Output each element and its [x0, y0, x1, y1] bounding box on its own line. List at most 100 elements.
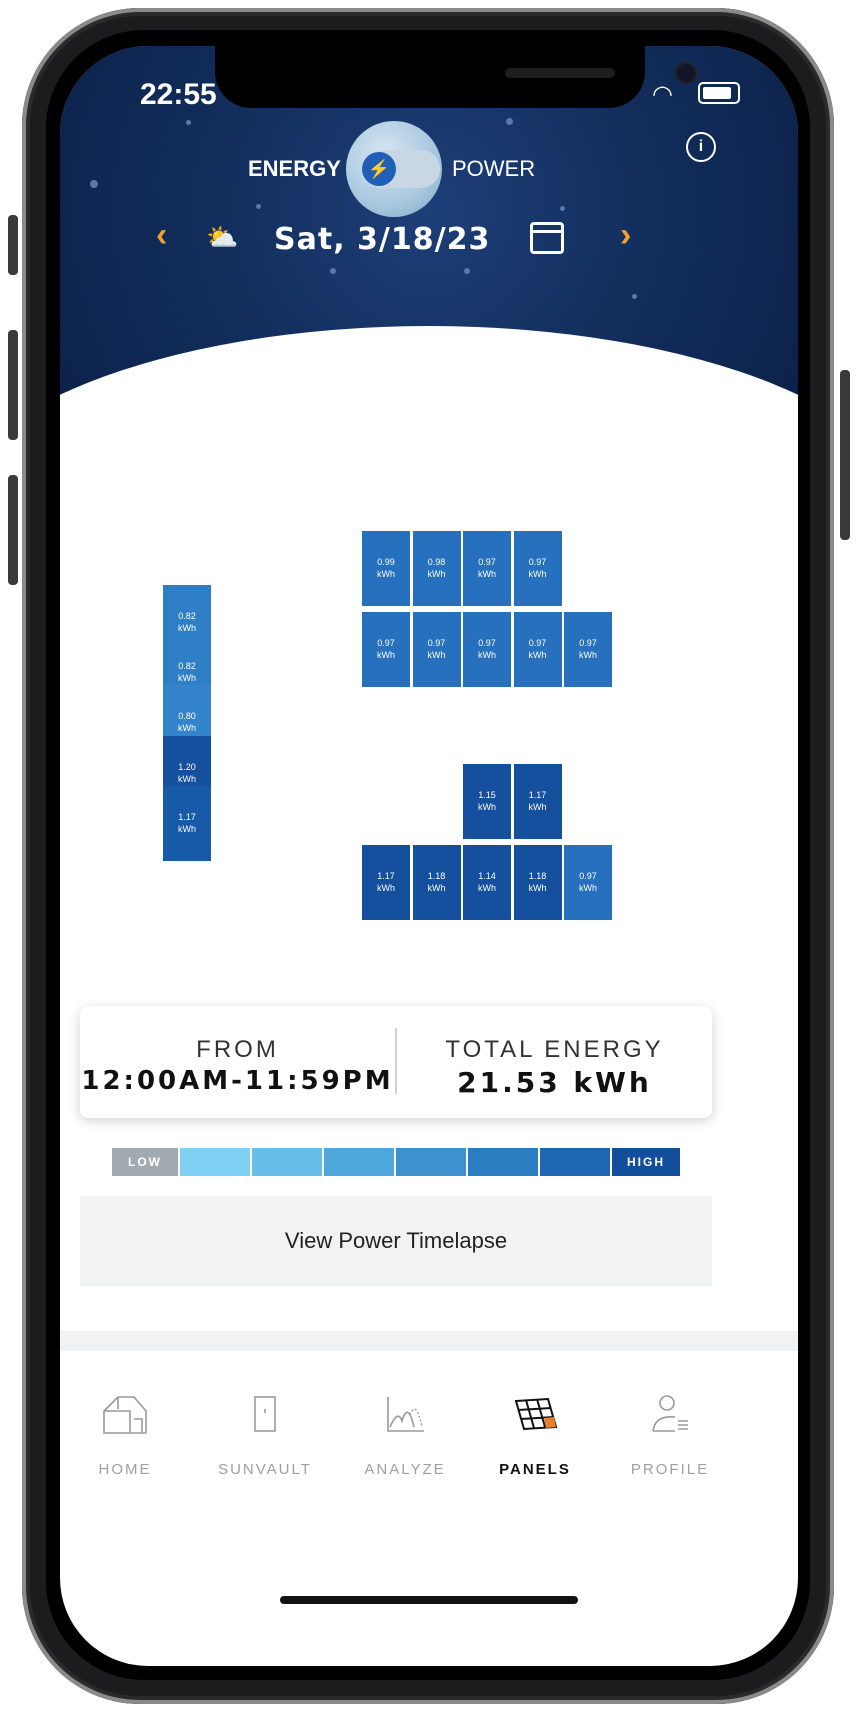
solar-panel[interactable]: 1.17 kWh [163, 786, 211, 861]
panel-energy-value: 0.80 kWh [178, 710, 196, 733]
status-time: 22:55 [140, 78, 217, 111]
partly-cloudy-icon: ⛅ [206, 222, 239, 252]
star-decoration [560, 206, 565, 211]
panel-energy-value: 0.97 kWh [478, 556, 496, 579]
app-screen: i ENERGY ⚡ POWER ‹ ⛅ Sat, 3/18/23 › 22:5… [60, 46, 798, 1666]
solar-panel[interactable]: 0.97 kWh [513, 531, 562, 606]
legend-step [252, 1148, 322, 1176]
tab-analyze-label: ANALYZE [364, 1461, 446, 1478]
front-camera [677, 64, 695, 82]
user-icon [652, 1395, 688, 1432]
legend-high: HIGH [612, 1148, 680, 1176]
panel-energy-value: 0.97 kWh [528, 637, 547, 660]
tab-sunvault-label: SUNVAULT [218, 1461, 312, 1478]
panel-energy-value: 0.99 kWh [377, 556, 395, 579]
selected-date: Sat, 3/18/23 [274, 222, 491, 257]
chart-icon [387, 1397, 424, 1432]
panel-energy-value: 0.97 kWh [579, 870, 597, 893]
panel-energy-value: 1.17 kWh [528, 789, 547, 812]
panel-energy-value: 0.82 kWh [178, 610, 196, 633]
solar-panel[interactable]: 0.99 kWh [362, 531, 410, 606]
next-day-chevron-icon[interactable]: › [620, 216, 631, 255]
timelapse-button-label: View Power Timelapse [284, 1228, 508, 1253]
tab-home-label: HOME [98, 1461, 152, 1478]
mute-switch [8, 215, 18, 275]
notch [215, 46, 695, 108]
legend-step [396, 1148, 466, 1176]
from-label: FROM [196, 1036, 279, 1063]
solar-panel[interactable]: 0.97 kWh [513, 612, 562, 687]
panel-energy-value: 0.98 kWh [427, 556, 446, 579]
solar-panel-icon [514, 1397, 558, 1431]
panel-energy-value: 0.82 kWh [178, 660, 196, 683]
energy-mode-label[interactable]: ENERGY [248, 156, 341, 182]
star-decoration [506, 118, 513, 125]
solar-panel[interactable]: 1.15 kWh [463, 764, 511, 839]
tab-profile-label: PROFILE [630, 1461, 710, 1478]
section-separator [60, 1331, 798, 1351]
panel-energy-value: 1.18 kWh [427, 870, 446, 893]
summary-card: FROM 12:00AM-11:59PM TOTAL ENERGY 21.53 … [80, 1006, 712, 1118]
solar-panel[interactable]: 0.97 kWh [564, 845, 612, 920]
solar-panel[interactable]: 0.97 kWh [362, 612, 410, 687]
star-decoration [330, 268, 336, 274]
volume-up-button [8, 330, 18, 440]
from-value: 12:00AM-11:59PM [81, 1066, 394, 1096]
solar-panel[interactable]: 1.18 kWh [412, 845, 461, 920]
home-indicator [280, 1596, 578, 1604]
volume-down-button [8, 475, 18, 585]
power-mode-label[interactable]: POWER [452, 156, 535, 182]
panel-energy-value: 0.97 kWh [579, 637, 597, 660]
star-decoration [632, 294, 637, 299]
solar-panel[interactable]: 1.17 kWh [362, 845, 410, 920]
panel-energy-value: 0.97 kWh [377, 637, 395, 660]
tab-profile[interactable]: PROFILE [605, 1351, 735, 1501]
tab-panels-label: PANELS [499, 1461, 571, 1478]
house-icon [103, 1396, 147, 1434]
total-energy-label: TOTAL ENERGY [445, 1036, 664, 1063]
tab-bar: HOME SUNVAULT ANALYZE PANELS PROFILE [60, 1351, 798, 1531]
solar-panel[interactable]: 1.17 kWh [513, 764, 562, 839]
info-icon[interactable]: i [686, 132, 716, 162]
solar-panel[interactable]: 0.97 kWh [463, 531, 511, 606]
solar-panel[interactable]: 1.18 kWh [513, 845, 562, 920]
phone-frame: i ENERGY ⚡ POWER ‹ ⛅ Sat, 3/18/23 › 22:5… [0, 0, 857, 1711]
panel-energy-value: 1.20 kWh [178, 761, 196, 784]
previous-day-chevron-icon[interactable]: ‹ [156, 216, 167, 255]
legend-step [180, 1148, 250, 1176]
star-decoration [256, 204, 261, 209]
calendar-icon[interactable] [530, 222, 564, 254]
star-decoration [464, 268, 470, 274]
tab-analyze[interactable]: ANALYZE [340, 1351, 470, 1501]
panel-energy-value: 1.17 kWh [377, 870, 395, 893]
panel-energy-value: 0.97 kWh [478, 637, 496, 660]
power-button [840, 370, 850, 540]
energy-power-toggle[interactable]: ⚡ [360, 150, 440, 188]
panel-energy-value: 1.18 kWh [528, 870, 547, 893]
solar-panel[interactable]: 0.97 kWh [412, 612, 461, 687]
tab-panels[interactable]: PANELS [470, 1351, 600, 1501]
solar-panel[interactable]: 0.98 kWh [412, 531, 461, 606]
battery-icon [698, 82, 740, 104]
star-decoration [90, 180, 98, 188]
panel-energy-value: 1.14 kWh [478, 870, 496, 893]
view-power-timelapse-button[interactable]: View Power Timelapse [80, 1196, 712, 1286]
tab-home[interactable]: HOME [60, 1351, 190, 1501]
panel-energy-value: 0.97 kWh [427, 637, 446, 660]
panel-energy-value: 1.15 kWh [478, 789, 496, 812]
total-energy-value: 21.53 kWh [457, 1066, 652, 1099]
lightning-bolt-icon: ⚡ [362, 152, 396, 186]
panel-energy-value: 1.17 kWh [178, 811, 196, 834]
tab-sunvault[interactable]: SUNVAULT [200, 1351, 330, 1501]
legend-step [324, 1148, 394, 1176]
wifi-icon: ◠ [652, 81, 673, 108]
legend-low: LOW [112, 1148, 178, 1176]
legend-step [468, 1148, 538, 1176]
solar-panel[interactable]: 0.97 kWh [564, 612, 612, 687]
legend-step [540, 1148, 610, 1176]
solar-panel[interactable]: 0.97 kWh [463, 612, 511, 687]
panel-energy-value: 0.97 kWh [528, 556, 547, 579]
star-decoration [186, 120, 191, 125]
solar-panel[interactable]: 1.14 kWh [463, 845, 511, 920]
speaker [505, 68, 615, 78]
